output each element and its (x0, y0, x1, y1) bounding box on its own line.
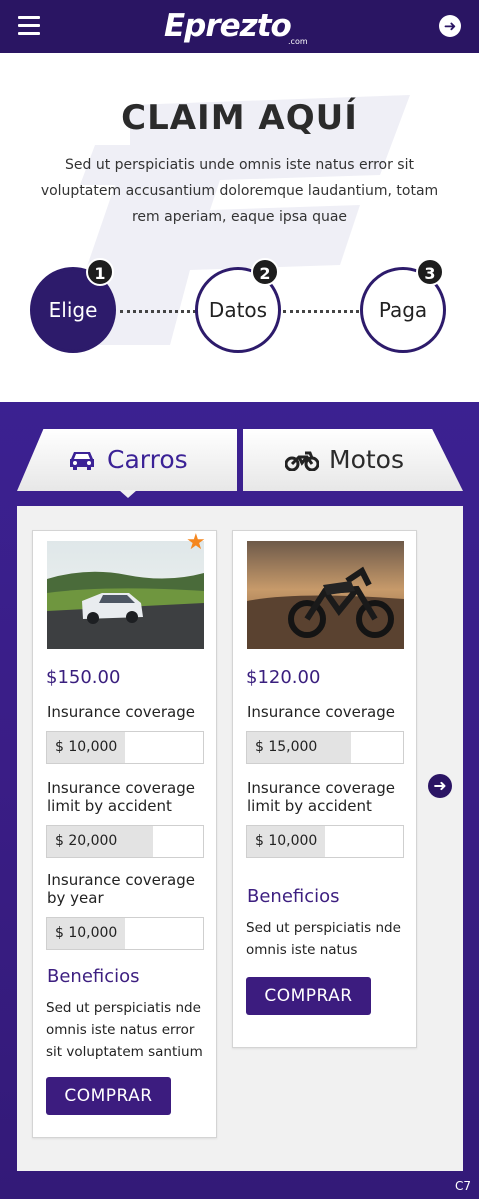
field-label: Insurance coverage by year (47, 871, 196, 907)
hamburger-icon[interactable] (18, 16, 40, 36)
field-label: Insurance coverage (247, 703, 396, 721)
product-card: ★ $150.00 Insurance coverage $ 10,000 In… (32, 530, 217, 1138)
field-label: Insurance coverage (47, 703, 196, 721)
motorcycle-icon (285, 451, 319, 471)
card-price: $120.00 (246, 667, 321, 688)
field-label: Insurance coverage limit by accident (247, 779, 396, 815)
coverage-input[interactable] (351, 732, 403, 763)
logo[interactable]: Eprezto .com (164, 6, 324, 48)
yearly-coverage-input[interactable] (125, 918, 203, 949)
field-label: Insurance coverage limit by accident (47, 779, 196, 815)
step-label: Datos (208, 298, 268, 322)
arrow-right-circle-icon[interactable]: ➜ (439, 15, 461, 37)
step-number-badge: 1 (86, 258, 114, 286)
accident-limit-select[interactable]: $ 20,000 (46, 825, 204, 858)
active-tab-indicator (119, 490, 137, 498)
benefits-title: Beneficios (247, 886, 340, 907)
logo-subtext: .com (288, 37, 308, 46)
product-card: $120.00 Insurance coverage $ 15,000 Insu… (232, 530, 417, 1048)
tab-carros[interactable]: Carros (17, 429, 237, 491)
yearly-coverage-value: $ 10,000 (47, 918, 126, 949)
tab-label: Carros (107, 445, 188, 474)
buy-button[interactable]: COMPRAR (246, 977, 371, 1015)
arrow-right-circle-icon[interactable]: ➜ (428, 774, 452, 798)
accident-limit-input[interactable] (153, 826, 203, 857)
accident-limit-input[interactable] (325, 826, 403, 857)
step-number-badge: 2 (251, 258, 279, 286)
step-number-badge: 3 (416, 258, 444, 286)
page-title: CLAIM AQUÍ (121, 98, 358, 138)
card-price: $150.00 (46, 667, 121, 688)
tab-motos[interactable]: Motos (243, 429, 463, 491)
coverage-value: $ 15,000 (247, 732, 352, 763)
top-bar: Eprezto .com ➜ (0, 0, 479, 53)
benefits-title: Beneficios (47, 966, 140, 987)
yearly-coverage-select[interactable]: $ 10,000 (46, 917, 204, 950)
step-connector (283, 310, 359, 313)
coverage-value: $ 10,000 (47, 732, 126, 763)
step-label: Elige (48, 298, 98, 322)
benefits-text: Sed ut perspiciatis nde omnis iste natus (246, 920, 401, 958)
tab-label: Motos (329, 445, 404, 474)
accident-limit-select[interactable]: $ 10,000 (246, 825, 404, 858)
benefits-text: Sed ut perspiciatis nde omnis iste natus… (46, 1000, 203, 1060)
car-icon (70, 452, 94, 470)
hero-description: Sed ut perspiciatis unde omnis iste natu… (40, 157, 439, 225)
logo-text: Eprezto (164, 8, 292, 44)
step-connector (120, 310, 196, 313)
step-label: Paga (378, 298, 428, 322)
motorcycle-photo (247, 541, 404, 649)
coverage-select[interactable]: $ 15,000 (246, 731, 404, 764)
car-photo (47, 541, 204, 649)
coverage-input[interactable] (125, 732, 203, 763)
accident-limit-value: $ 20,000 (47, 826, 154, 857)
featured-star-icon: ★ (186, 530, 206, 555)
coverage-select[interactable]: $ 10,000 (46, 731, 204, 764)
corner-label: C7 (455, 1179, 472, 1193)
accident-limit-value: $ 10,000 (247, 826, 326, 857)
buy-button[interactable]: COMPRAR (46, 1077, 171, 1115)
